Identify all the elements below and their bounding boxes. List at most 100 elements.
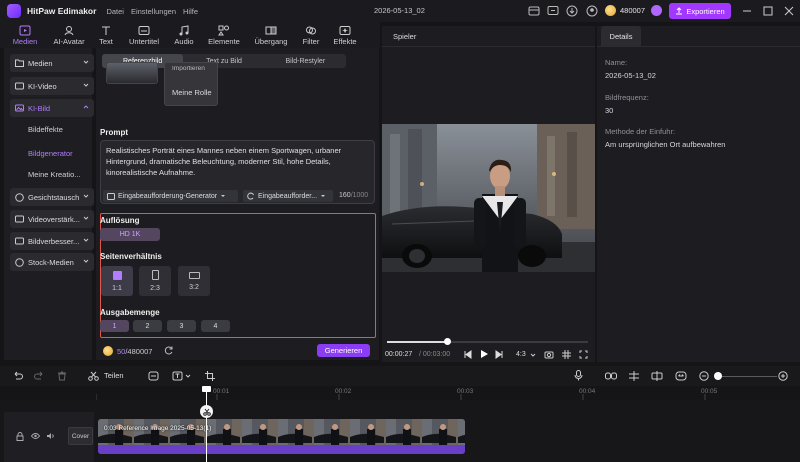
sidebar-item-label: Stock-Medien [28, 257, 74, 267]
feedback-icon[interactable] [547, 5, 559, 17]
tool-elements[interactable]: Elemente [205, 22, 243, 48]
maximize-icon[interactable] [762, 5, 774, 17]
menu-file[interactable]: Datei [106, 7, 124, 16]
cover-button[interactable]: Cover [68, 427, 93, 445]
close-icon[interactable] [783, 5, 795, 17]
details-divider [597, 46, 800, 47]
playhead-handle[interactable] [202, 386, 211, 392]
lock-icon[interactable] [16, 432, 24, 441]
ruler-label: 00:02 [335, 388, 352, 395]
role-card[interactable]: Importieren Meine Rolle [164, 62, 218, 106]
microphone-icon[interactable] [574, 370, 583, 381]
previous-frame-icon[interactable] [463, 350, 472, 359]
ratio-option-2-3[interactable]: 2:3 [139, 266, 171, 296]
snapshot-icon[interactable] [544, 350, 554, 359]
tool-effects[interactable]: Effekte [330, 22, 360, 48]
tool-filter[interactable]: Filter [299, 22, 323, 48]
zoom-slider-track[interactable] [714, 376, 777, 377]
tool-audio[interactable]: Audio [171, 22, 197, 48]
sidebar-subitem-my-creations[interactable]: Meine Kreatio... [28, 170, 81, 179]
crop-icon[interactable] [205, 371, 215, 381]
link-icon[interactable] [605, 372, 617, 380]
tool-transition[interactable]: Übergang [251, 22, 291, 48]
export-button[interactable]: Exportieren [669, 3, 731, 19]
grid-icon[interactable] [562, 350, 571, 359]
sidebar-item-media[interactable]: Medien [10, 54, 94, 72]
app-logo-icon [7, 4, 21, 18]
reference-thumbnail[interactable] [106, 62, 158, 84]
credits-card-icon[interactable] [528, 5, 540, 17]
tool-ai-avatar[interactable]: AI-Avatar [49, 22, 89, 48]
zoom-slider-handle[interactable] [714, 372, 722, 380]
aspect-dropdown-icon[interactable] [530, 352, 536, 358]
sidebar-subitem-image-effects[interactable]: Bildeffekte [28, 125, 63, 134]
align-icon[interactable] [628, 371, 640, 381]
ruler-label: 00:03 [457, 388, 474, 395]
amount-option-1[interactable]: 1 [100, 320, 129, 332]
resolution-option-hd1k[interactable]: HD 1K [100, 228, 160, 241]
snap-icon[interactable] [651, 371, 663, 381]
add-credits-icon[interactable] [651, 5, 662, 16]
fit-timeline-icon[interactable] [675, 371, 687, 381]
sidebar-item-ai-image[interactable]: KI-Bild [10, 99, 94, 117]
zoom-in-icon[interactable] [778, 371, 788, 381]
redo-icon[interactable] [34, 371, 45, 381]
visibility-icon[interactable] [31, 432, 40, 440]
amount-option-2[interactable]: 2 [133, 320, 162, 332]
split-label[interactable]: Teilen [104, 371, 124, 380]
project-name: 2026-05-13_02 [374, 6, 425, 15]
amount-option-4[interactable]: 4 [201, 320, 230, 332]
title-bar: HitPaw Edimakor Datei Einstellungen Hilf… [0, 0, 800, 22]
sidebar-item-image-enhancer[interactable]: Bildverbesser... [10, 232, 94, 250]
menu-settings[interactable]: Einstellungen [131, 7, 176, 16]
fullscreen-icon[interactable] [579, 350, 588, 359]
sidebar-item-ai-video[interactable]: KI-Video [10, 77, 94, 95]
text-dropdown-icon[interactable] [185, 373, 191, 379]
chevron-up-icon [83, 105, 89, 109]
aspect-ratio-select[interactable]: 4:3 [516, 351, 526, 358]
tab-details[interactable]: Details [601, 26, 641, 46]
tool-subtitles[interactable]: Untertitel [124, 22, 164, 48]
sidebar-item-label: KI-Bild [28, 103, 51, 113]
fps-value: 30 [605, 106, 614, 115]
zoom-out-icon[interactable] [699, 371, 709, 381]
sidebar-item-stock-media[interactable]: Stock-Medien [10, 253, 94, 271]
image-icon [15, 104, 24, 112]
ratio-label: 3:2 [189, 283, 199, 291]
tab-image-restyler[interactable]: Bild-Restyler [265, 54, 346, 68]
sidebar-subitem-image-generator[interactable]: Bildgenerator [28, 149, 73, 158]
video-clip[interactable]: 0:03 Reference Image 2025-05-13(1) [98, 419, 465, 454]
char-max: /1000 [350, 192, 369, 199]
resolution-title: Auflösung [100, 216, 140, 225]
generate-button[interactable]: Generieren [317, 344, 370, 357]
refresh-cost-icon[interactable] [164, 345, 174, 355]
tool-media[interactable]: Medien [8, 22, 42, 48]
sidebar-item-video-enhancer[interactable]: Videoverstärk... [10, 210, 94, 228]
timeline-tracks: Cover 0:03 Reference Image 2025-05-13(1) [0, 400, 800, 462]
ratio-option-1-1[interactable]: 1:1 [101, 266, 133, 296]
output-amount-title: Ausgabemenge [100, 308, 160, 317]
delete-icon[interactable] [57, 371, 67, 381]
prompt-text: Realistisches Porträt eines Mannes neben… [106, 146, 342, 177]
progress-handle[interactable] [444, 338, 452, 345]
subtitle-track-icon[interactable] [148, 371, 159, 381]
chevron-down-icon [83, 238, 89, 242]
app-name: HitPaw Edimakor [27, 6, 97, 16]
split-icon[interactable] [88, 371, 99, 381]
download-icon[interactable] [566, 5, 578, 17]
playhead-scissors-icon[interactable] [200, 405, 213, 418]
text-insert-icon[interactable] [172, 371, 183, 381]
undo-icon[interactable] [12, 371, 23, 381]
sidebar-item-face-swap[interactable]: Gesichtstausch [10, 188, 94, 206]
tool-text[interactable]: Text [95, 22, 117, 48]
amount-option-3[interactable]: 3 [167, 320, 196, 332]
menu-help[interactable]: Hilfe [183, 7, 198, 16]
volume-icon[interactable] [46, 432, 55, 440]
play-icon[interactable] [479, 349, 489, 359]
prompt-generator-select[interactable]: Eingabeaufforderung-Generator [103, 190, 238, 202]
minimize-icon[interactable] [741, 5, 753, 17]
ratio-option-3-2[interactable]: 3:2 [178, 266, 210, 296]
account-icon[interactable] [586, 5, 598, 17]
prompt-template-select[interactable]: Eingabeaufforder... [243, 190, 333, 202]
next-frame-icon[interactable] [495, 350, 504, 359]
